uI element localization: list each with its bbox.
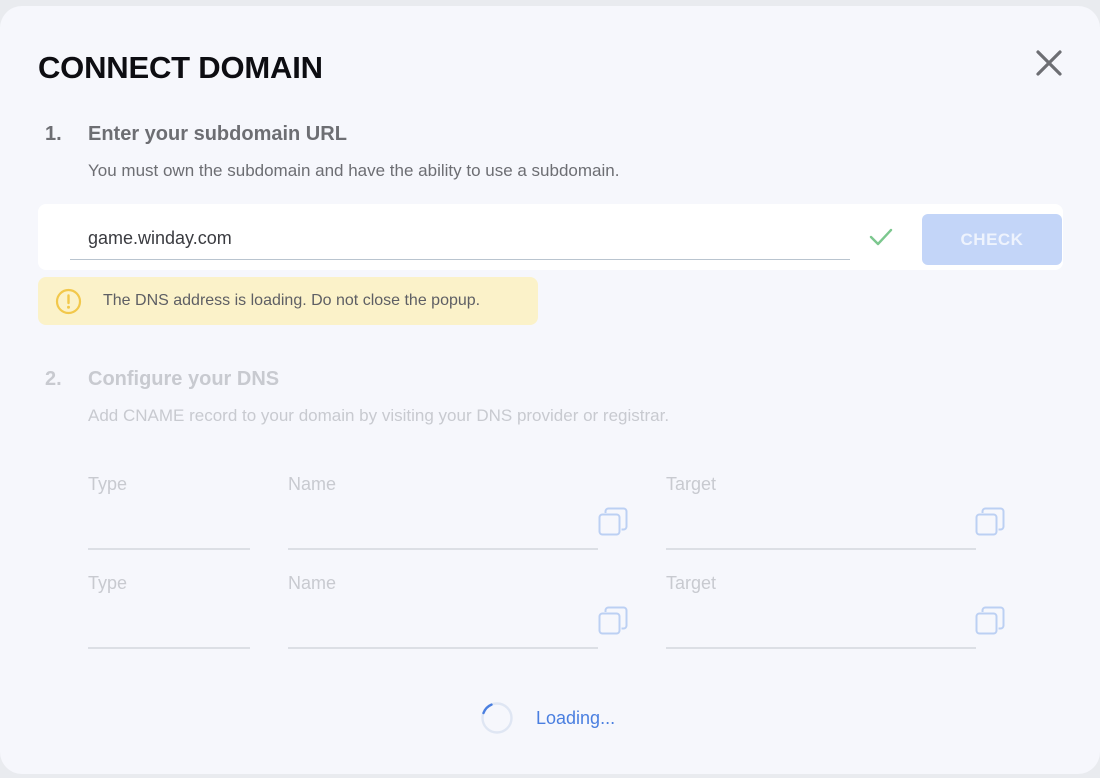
copy-icon[interactable] [975, 606, 1005, 636]
record-name-label: Name [288, 474, 337, 494]
record-target-field[interactable] [666, 548, 976, 550]
record-name-field[interactable] [288, 548, 598, 550]
step-1-title: Enter your subdomain URL [88, 123, 347, 145]
step-2-description: Add CNAME record to your domain by visit… [88, 406, 670, 425]
record-type-label: Type [88, 573, 128, 593]
step-1-number: 1. [45, 123, 62, 145]
step-2-title: Configure your DNS [88, 368, 280, 390]
warning-icon [55, 288, 82, 315]
record-target-field[interactable] [666, 647, 976, 649]
step-2-number: 2. [45, 368, 62, 390]
step-1-description: You must own the subdomain and have the … [88, 161, 620, 180]
record-target-label: Target [666, 573, 717, 593]
checkmark-icon [868, 226, 894, 248]
copy-icon[interactable] [975, 507, 1005, 537]
record-target-label: Target [666, 474, 717, 494]
copy-icon[interactable] [598, 507, 628, 537]
alert-message: The DNS address is loading. Do not close… [103, 292, 481, 309]
spinner-icon [480, 701, 514, 735]
subdomain-input-row: CHECK [38, 204, 1063, 270]
dialog-title: CONNECT DOMAIN [38, 50, 323, 85]
close-icon[interactable] [1033, 47, 1065, 79]
loading-alert: The DNS address is loading. Do not close… [38, 277, 538, 325]
subdomain-url-input[interactable] [70, 218, 850, 260]
check-button[interactable]: CHECK [922, 214, 1062, 265]
record-type-label: Type [88, 474, 128, 494]
record-name-label: Name [288, 573, 337, 593]
connect-domain-dialog: CONNECT DOMAIN 1. Enter your subdomain U… [0, 6, 1100, 774]
loading-status: Loading... [536, 708, 616, 728]
record-name-field[interactable] [288, 647, 598, 649]
copy-icon[interactable] [598, 606, 628, 636]
record-type-field[interactable] [88, 548, 250, 550]
record-type-field[interactable] [88, 647, 250, 649]
